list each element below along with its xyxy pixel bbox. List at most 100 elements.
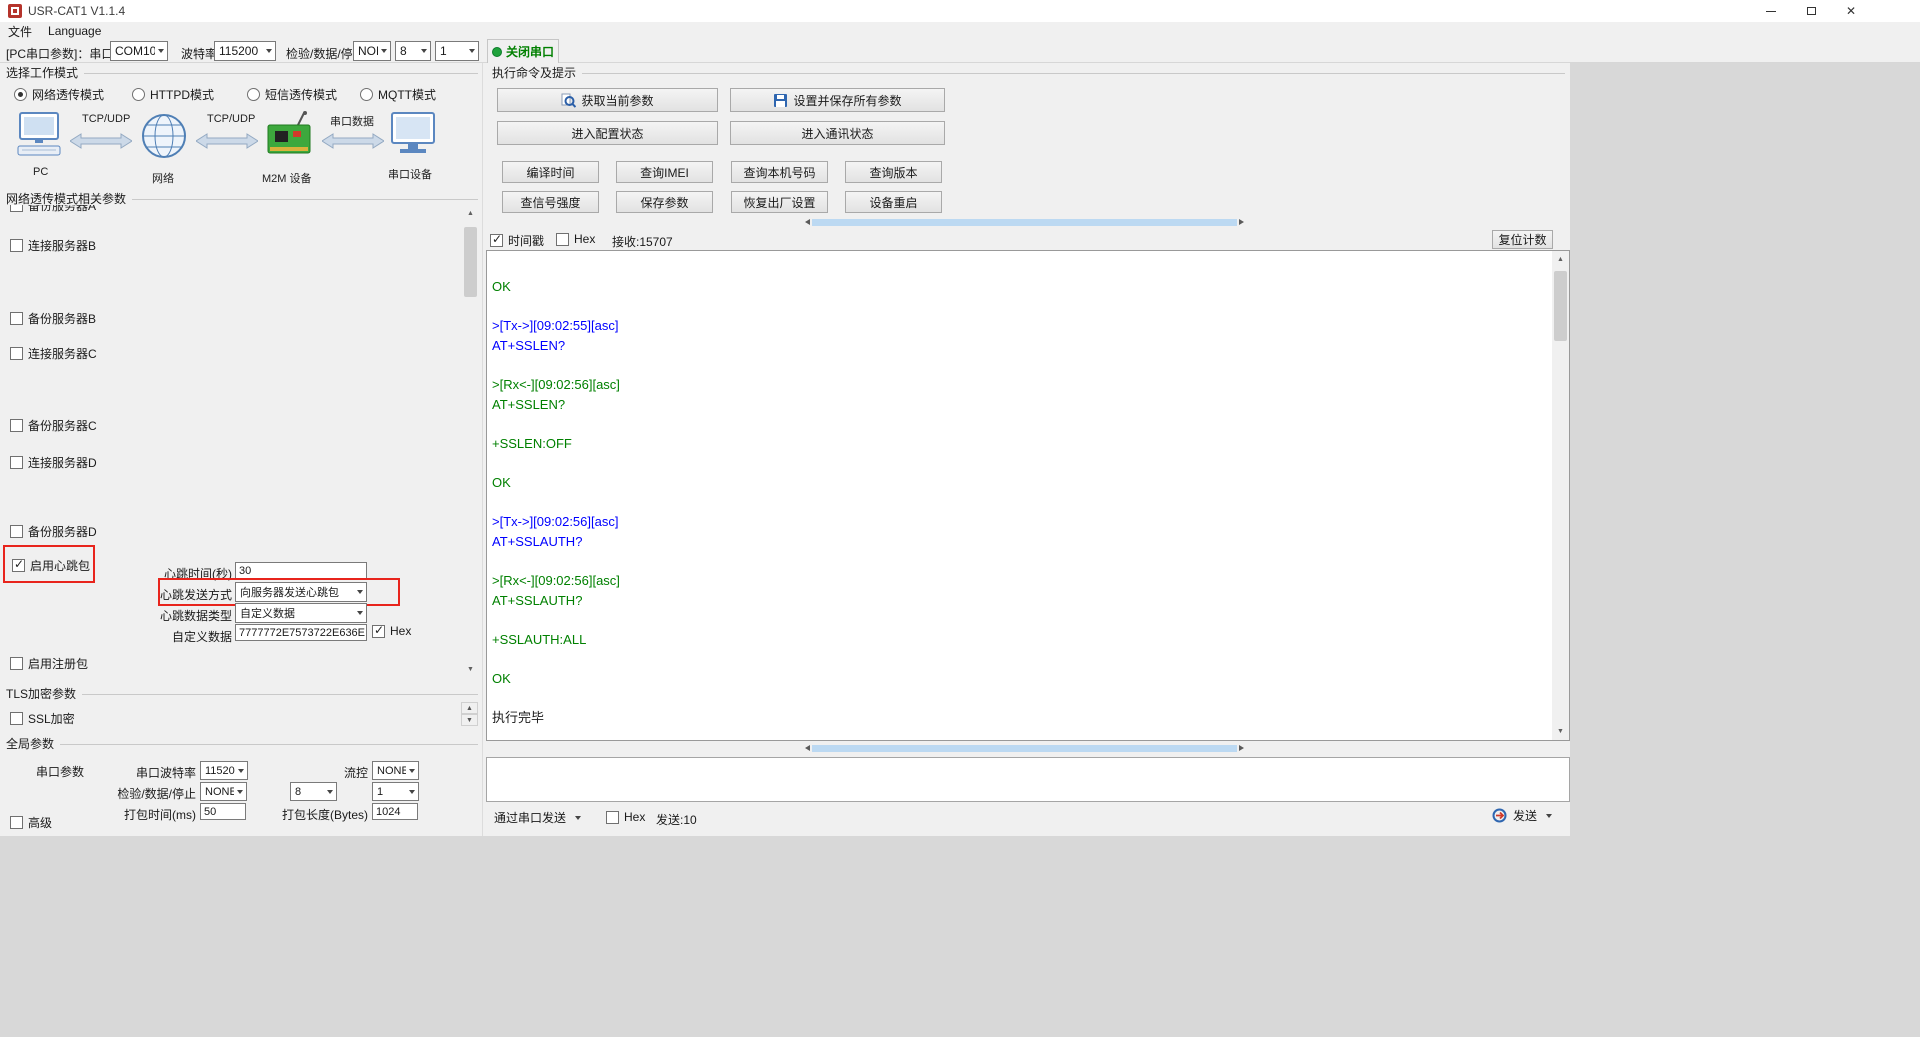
stopbits-value: 1 xyxy=(440,44,466,58)
radio-icon xyxy=(247,88,260,101)
scroll-down-arrow[interactable]: ▼ xyxy=(462,661,479,678)
chevron-down-icon xyxy=(237,790,243,794)
net-params-scroll-area[interactable]: 备份服务器A 连接服务器B 备份服务器B 连接服务器C 备份服务器C 连接服务器… xyxy=(0,205,462,678)
menu-item-language[interactable]: Language xyxy=(40,22,109,40)
close-serial-port-button[interactable]: 关闭串口 xyxy=(487,39,559,64)
send-button[interactable]: 发送 xyxy=(1492,807,1552,824)
checkbox-backup-server-a[interactable]: 备份服务器A xyxy=(10,205,96,214)
set-save-all-params-button[interactable]: 设置并保存所有参数 xyxy=(730,88,945,112)
compile-time-button[interactable]: 编译时间 xyxy=(502,161,599,183)
parity-select[interactable]: NONI xyxy=(353,41,391,61)
flow-control-label: 流控 xyxy=(316,764,368,781)
scroll-up-arrow[interactable]: ▲ xyxy=(1552,251,1569,268)
reset-count-button[interactable]: 复位计数 xyxy=(1492,230,1553,249)
minimize-button[interactable] xyxy=(1753,0,1789,22)
factory-reset-button[interactable]: 恢复出厂设置 xyxy=(731,191,828,213)
tls-scroll-up-button[interactable]: ▲ xyxy=(461,702,478,714)
log-output-area[interactable]: OK >[Tx->][09:02:55][asc] AT+SSLEN? >[Rx… xyxy=(486,250,1570,741)
chevron-down-icon xyxy=(357,590,363,594)
global-parity-select[interactable]: NONE xyxy=(200,782,247,801)
scroll-thumb[interactable] xyxy=(464,227,477,297)
minimize-icon xyxy=(1766,11,1776,12)
button-label: 恢复出厂设置 xyxy=(743,194,815,211)
databits-value: 8 xyxy=(400,44,418,58)
log-line xyxy=(492,649,1547,669)
scroll-thumb[interactable] xyxy=(1554,271,1567,341)
arrow-right-icon xyxy=(322,133,384,149)
checkbox-send-hex[interactable]: Hex xyxy=(606,810,645,824)
radio-mode-httpd[interactable]: HTTPD模式 xyxy=(132,86,214,103)
global-databits-select[interactable]: 8 xyxy=(290,782,337,801)
enter-comm-state-button[interactable]: 进入通讯状态 xyxy=(730,121,945,145)
baud-select[interactable]: 115200 xyxy=(214,41,276,61)
chevron-down-icon xyxy=(409,790,415,794)
log-line: OK xyxy=(492,669,1547,689)
databits-select[interactable]: 8 xyxy=(395,41,431,61)
checkbox-enable-heartbeat[interactable]: 启用心跳包 xyxy=(12,557,90,574)
checkbox-ssl-encrypt[interactable]: SSL加密 xyxy=(10,710,75,727)
log-scrollbar[interactable]: ▲ ▼ xyxy=(1552,251,1569,740)
splitter-grip[interactable] xyxy=(812,219,1237,226)
chevron-down-icon xyxy=(158,49,164,53)
log-line: >[Tx->][09:02:55][asc] xyxy=(492,316,1547,336)
scroll-up-arrow[interactable]: ▲ xyxy=(462,205,479,222)
chevron-down-icon xyxy=(357,611,363,615)
radio-icon xyxy=(14,88,27,101)
close-button[interactable]: ✕ xyxy=(1833,0,1869,22)
splitter-bottom[interactable] xyxy=(486,744,1570,753)
splitter-grip[interactable] xyxy=(812,745,1237,752)
com-port-select[interactable]: COM10 xyxy=(110,41,168,61)
send-via-serial-button[interactable]: 通过串口发送 xyxy=(494,809,581,826)
checkbox-backup-server-d[interactable]: 备份服务器D xyxy=(10,523,97,540)
splitter-top[interactable] xyxy=(486,218,1570,227)
global-baud-select[interactable]: 115200 xyxy=(200,761,248,780)
radio-mode-net-transparent[interactable]: 网络透传模式 xyxy=(14,86,104,103)
device-restart-button[interactable]: 设备重启 xyxy=(845,191,942,213)
checkbox-timestamp[interactable]: 时间戳 xyxy=(490,232,544,249)
pack-length-input[interactable]: 1024 xyxy=(372,803,418,820)
checkbox-backup-server-b[interactable]: 备份服务器B xyxy=(10,310,96,327)
app-icon xyxy=(8,4,22,18)
global-stopbits-select[interactable]: 1 xyxy=(372,782,419,801)
serial-device-monitor-icon xyxy=(390,111,436,159)
checkbox-recv-hex[interactable]: Hex xyxy=(556,232,595,246)
query-signal-button[interactable]: 查信号强度 xyxy=(502,191,599,213)
stopbits-select[interactable]: 1 xyxy=(435,41,479,61)
heartbeat-time-input[interactable]: 30 xyxy=(235,562,367,579)
query-version-button[interactable]: 查询版本 xyxy=(845,161,942,183)
heartbeat-type-select[interactable]: 自定义数据 xyxy=(235,603,367,623)
checkbox-enable-register-packet[interactable]: 启用注册包 xyxy=(10,655,88,672)
custom-data-input[interactable]: 7777772E7573722E636E xyxy=(235,624,367,641)
enter-config-state-button[interactable]: 进入配置状态 xyxy=(497,121,718,145)
net-params-scrollbar[interactable]: ▲ ▼ xyxy=(462,205,479,678)
tls-scroll-down-button[interactable]: ▼ xyxy=(461,714,478,726)
checkbox-icon xyxy=(10,816,23,829)
pack-length-value: 1024 xyxy=(376,806,400,818)
maximize-icon xyxy=(1807,7,1816,15)
checkbox-custom-data-hex[interactable]: Hex xyxy=(372,624,411,638)
heartbeat-mode-select[interactable]: 向服务器发送心跳包 xyxy=(235,582,367,602)
get-current-params-button[interactable]: 获取当前参数 xyxy=(497,88,718,112)
radio-mode-mqtt[interactable]: MQTT模式 xyxy=(360,86,436,103)
checkbox-label: 启用注册包 xyxy=(28,655,88,672)
flow-control-select[interactable]: NONE xyxy=(372,761,419,780)
menu-item-file[interactable]: 文件 xyxy=(0,22,40,40)
save-params-button[interactable]: 保存参数 xyxy=(616,191,713,213)
scroll-down-arrow[interactable]: ▼ xyxy=(1552,723,1569,740)
log-line: +SSLEN:OFF xyxy=(492,434,1547,454)
checkbox-connect-server-d[interactable]: 连接服务器D xyxy=(10,454,97,471)
custom-data-label: 自定义数据 xyxy=(95,628,232,645)
heartbeat-type-label: 心跳数据类型 xyxy=(95,607,232,624)
send-input[interactable] xyxy=(486,757,1570,802)
checkbox-connect-server-b[interactable]: 连接服务器B xyxy=(10,237,96,254)
checkbox-connect-server-c[interactable]: 连接服务器C xyxy=(10,345,97,362)
radio-mode-sms[interactable]: 短信透传模式 xyxy=(247,86,337,103)
query-imei-button[interactable]: 查询IMEI xyxy=(616,161,713,183)
maximize-button[interactable] xyxy=(1793,0,1829,22)
pack-time-input[interactable]: 50 xyxy=(200,803,246,820)
magnifier-icon xyxy=(561,93,576,108)
checkbox-advanced[interactable]: 高级 xyxy=(10,814,52,831)
checkbox-backup-server-c[interactable]: 备份服务器C xyxy=(10,417,97,434)
query-phone-number-button[interactable]: 查询本机号码 xyxy=(731,161,828,183)
send-icon xyxy=(1492,808,1507,823)
